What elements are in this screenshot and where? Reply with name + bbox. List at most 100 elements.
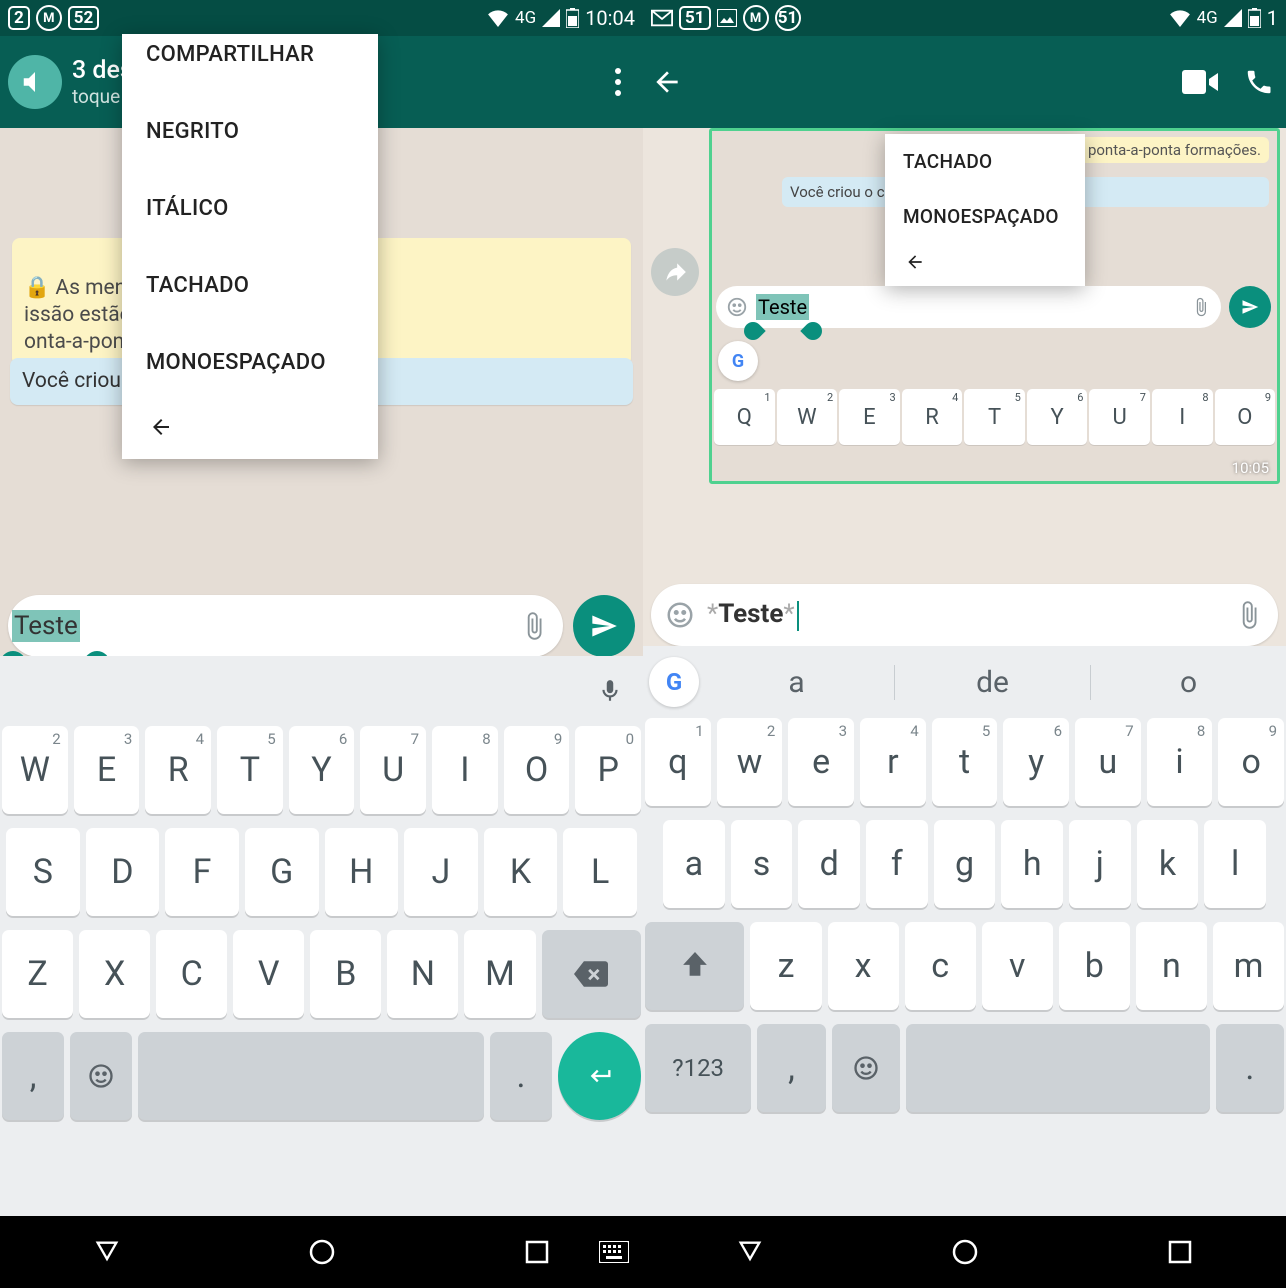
key-e[interactable]: E3 [74, 726, 140, 814]
key-n[interactable]: n [1136, 922, 1207, 1010]
menu-monoespacado[interactable]: MONOESPAÇADO [122, 324, 378, 401]
key-m[interactable]: M [464, 930, 535, 1018]
app-bar [643, 36, 1286, 128]
key-o[interactable]: o9 [1218, 718, 1284, 806]
key-w[interactable]: w2 [717, 718, 783, 806]
key-z[interactable]: Z [2, 930, 73, 1018]
key-symbols[interactable]: ?123 [645, 1024, 751, 1112]
key-l[interactable]: l [1204, 820, 1266, 908]
key-r[interactable]: R4 [145, 726, 211, 814]
key-f[interactable]: f [866, 820, 928, 908]
forward-icon[interactable] [651, 248, 699, 296]
key-w[interactable]: W2 [2, 726, 68, 814]
key-emoji[interactable] [70, 1032, 132, 1120]
key-space[interactable] [906, 1024, 1210, 1112]
nav-back-icon[interactable] [93, 1238, 121, 1266]
key-n[interactable]: N [387, 930, 458, 1018]
key-enter[interactable] [558, 1032, 641, 1120]
key-l[interactable]: L [563, 828, 637, 916]
key-period[interactable]: . [1216, 1024, 1284, 1112]
key-period[interactable]: . [490, 1032, 552, 1120]
key-m[interactable]: m [1213, 922, 1284, 1010]
nav-recents-icon[interactable] [1167, 1239, 1193, 1265]
key-k[interactable]: k [1137, 820, 1199, 908]
voice-call-icon[interactable] [1244, 67, 1274, 97]
key-e[interactable]: e3 [788, 718, 854, 806]
key-b[interactable]: b [1059, 922, 1130, 1010]
key-comma[interactable]: , [757, 1024, 825, 1112]
key-q[interactable]: q1 [645, 718, 711, 806]
key-s[interactable]: S [6, 828, 80, 916]
google-icon[interactable]: G [649, 657, 699, 707]
keyboard-row-2: asdfghjkl [645, 820, 1284, 908]
suggestion-1[interactable]: a [699, 665, 895, 700]
menu-tachado[interactable]: TACHADO [885, 134, 1085, 189]
video-call-icon[interactable] [1182, 69, 1218, 95]
gmail-icon [651, 9, 673, 27]
key-u[interactable]: U7 [360, 726, 426, 814]
menu-negrito[interactable]: NEGRITO [122, 93, 378, 170]
menu-tachado[interactable]: TACHADO [122, 247, 378, 324]
menu-back-icon[interactable] [122, 401, 378, 459]
keyboard-row-3: zxcvbnm [645, 922, 1284, 1010]
key-h[interactable]: H [325, 828, 399, 916]
key-y[interactable]: Y6 [289, 726, 355, 814]
key-x[interactable]: x [828, 922, 899, 1010]
mic-icon[interactable] [597, 675, 623, 707]
key-c[interactable]: C [156, 930, 227, 1018]
key-j[interactable]: j [1069, 820, 1131, 908]
suggestion-2[interactable]: de [895, 665, 1091, 700]
key-backspace[interactable] [542, 930, 642, 1018]
key-v[interactable]: v [982, 922, 1053, 1010]
key-t[interactable]: t5 [932, 718, 998, 806]
key-shift[interactable] [645, 922, 745, 1010]
send-button[interactable] [573, 595, 635, 657]
emoji-icon[interactable] [665, 600, 695, 630]
key-r[interactable]: r4 [860, 718, 926, 806]
key-d[interactable]: D [86, 828, 160, 916]
key-s[interactable]: s [731, 820, 793, 908]
key-k[interactable]: K [484, 828, 558, 916]
message-input[interactable]: Teste [8, 595, 563, 657]
key-space[interactable] [138, 1032, 484, 1120]
message-input[interactable]: *Teste* [651, 584, 1278, 646]
menu-italico[interactable]: ITÁLICO [122, 170, 378, 247]
key-y[interactable]: y6 [1003, 718, 1069, 806]
key-g[interactable]: G [245, 828, 319, 916]
keyboard: W2E3R4T5Y6U7I8O9P0 SDFGHJKL ZXCVBNM , . [0, 656, 643, 1216]
overflow-menu-icon[interactable] [605, 58, 631, 106]
attach-icon[interactable] [1234, 600, 1264, 630]
key-comma[interactable]: , [2, 1032, 64, 1120]
key-o[interactable]: O9 [504, 726, 570, 814]
nav-recents-icon[interactable] [524, 1239, 550, 1265]
menu-compartilhar[interactable]: COMPARTILHAR [122, 34, 378, 93]
key-v[interactable]: V [233, 930, 304, 1018]
nav-home-icon[interactable] [307, 1237, 337, 1267]
key-i[interactable]: i8 [1147, 718, 1213, 806]
key-f[interactable]: F [165, 828, 239, 916]
menu-monoespacado[interactable]: MONOESPAÇADO [885, 189, 1085, 244]
key-j[interactable]: J [404, 828, 478, 916]
key-b[interactable]: B [310, 930, 381, 1018]
key-p[interactable]: P0 [575, 726, 641, 814]
key-h[interactable]: h [1001, 820, 1063, 908]
key-g[interactable]: g [934, 820, 996, 908]
nav-home-icon[interactable] [950, 1237, 980, 1267]
nav-keyboard-icon[interactable] [599, 1241, 629, 1263]
key-q: Q1 [714, 389, 775, 445]
nav-back-icon[interactable] [736, 1238, 764, 1266]
menu-back-icon[interactable] [885, 244, 1085, 286]
key-i[interactable]: I8 [432, 726, 498, 814]
key-emoji[interactable] [832, 1024, 900, 1112]
key-a[interactable]: a [663, 820, 725, 908]
key-t[interactable]: T5 [217, 726, 283, 814]
attach-icon[interactable] [519, 611, 549, 641]
key-u[interactable]: u7 [1075, 718, 1141, 806]
key-d[interactable]: d [798, 820, 860, 908]
key-x[interactable]: X [79, 930, 150, 1018]
back-icon[interactable] [651, 66, 683, 98]
suggestion-3[interactable]: o [1091, 665, 1286, 700]
avatar[interactable] [8, 55, 62, 109]
key-c[interactable]: c [905, 922, 976, 1010]
key-z[interactable]: z [750, 922, 821, 1010]
